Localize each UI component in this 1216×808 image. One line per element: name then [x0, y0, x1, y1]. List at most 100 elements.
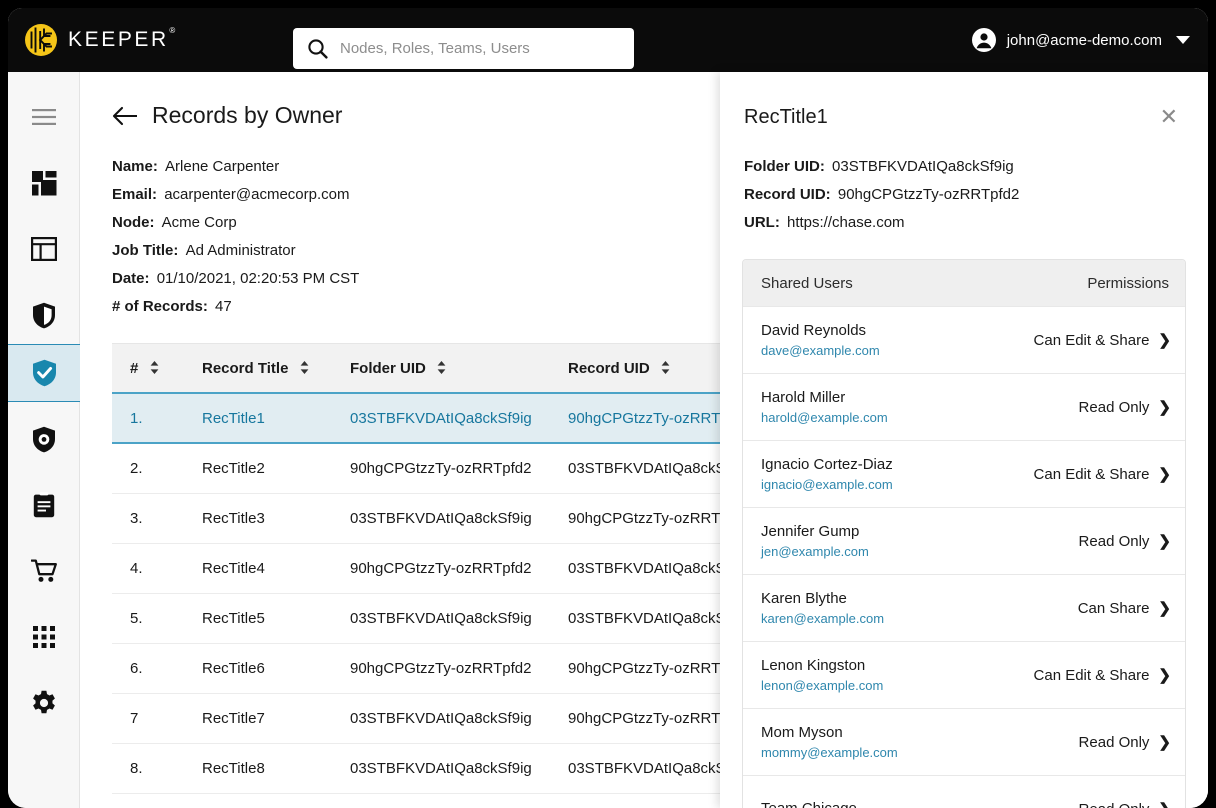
detail-label: Folder UID:: [744, 158, 825, 175]
cell-folder-uid: 03STBFKVDAtIQa8ckSf9ig: [350, 710, 532, 727]
sort-icon[interactable]: [150, 360, 159, 378]
list-item[interactable]: Ignacio Cortez-Diaz ignacio@example.com …: [743, 440, 1185, 507]
detail-label: Record UID:: [744, 186, 831, 203]
sidebar-item-menu-toggle[interactable]: [8, 88, 80, 146]
list-item[interactable]: Lenon Kingston lenon@example.com Can Edi…: [743, 641, 1185, 708]
user-name: David Reynolds: [761, 321, 867, 339]
permission-control[interactable]: Can Edit & Share ❯: [1033, 666, 1171, 685]
sidebar-item-dashboard[interactable]: [8, 154, 80, 212]
cell-record-title[interactable]: RecTitle5: [202, 610, 350, 627]
list-item[interactable]: David Reynolds dave@example.com Can Edit…: [743, 306, 1185, 373]
account-menu[interactable]: john@acme-demo.com: [971, 8, 1190, 72]
sidebar-item-admin-shield[interactable]: [8, 286, 80, 344]
user-email[interactable]: dave@example.com: [761, 341, 880, 360]
user-email[interactable]: mommy@example.com: [761, 743, 898, 762]
permission-control[interactable]: Read Only ❯: [1079, 733, 1171, 752]
top-navigation-bar: KEEPER ® Nodes, Roles, Teams, Users john…: [8, 8, 1208, 72]
column-header-folder-uid[interactable]: Folder UID: [350, 360, 568, 377]
detail-value: acarpenter@acmecorp.com: [164, 186, 350, 203]
chevron-right-icon[interactable]: ❯: [1158, 465, 1171, 483]
cell-record-title[interactable]: RecTitle2: [202, 460, 350, 477]
chevron-down-icon[interactable]: [1176, 36, 1190, 44]
list-item[interactable]: Jennifer Gump jen@example.com Read Only …: [743, 507, 1185, 574]
user-name: Jennifer Gump: [761, 522, 860, 540]
list-item[interactable]: Team Chicago Read Only ❯: [743, 775, 1185, 808]
permission-label: Read Only: [1078, 398, 1150, 416]
registered-mark: ®: [169, 26, 178, 35]
chevron-right-icon[interactable]: ❯: [1158, 398, 1171, 416]
chevron-right-icon[interactable]: ❯: [1158, 331, 1171, 349]
sidebar-item-compliance[interactable]: [8, 344, 80, 402]
search-input[interactable]: Nodes, Roles, Teams, Users: [340, 40, 530, 57]
layout-panel-icon: [31, 237, 57, 261]
permission-label: Can Edit & Share: [1033, 465, 1150, 483]
sidebar-item-layout[interactable]: [8, 220, 80, 278]
user-email[interactable]: harold@example.com: [761, 408, 888, 427]
user-name: Lenon Kingston: [761, 656, 866, 674]
global-search-box[interactable]: Nodes, Roles, Teams, Users: [293, 28, 634, 69]
permission-control[interactable]: Can Edit & Share ❯: [1033, 465, 1171, 484]
panel-detail-url: URL: https://chase.com: [744, 209, 1208, 237]
close-icon[interactable]: ✕: [1160, 106, 1178, 128]
detail-value: https://chase.com: [787, 214, 905, 231]
cell-folder-uid: 03STBFKVDAtIQa8ckSf9ig: [350, 409, 532, 427]
detail-label: Job Title:: [112, 242, 179, 259]
cell-record-title[interactable]: RecTitle3: [202, 510, 350, 527]
chevron-right-icon[interactable]: ❯: [1158, 599, 1171, 617]
gear-icon: [33, 690, 55, 714]
shopping-cart-icon: [30, 559, 57, 582]
chevron-right-icon[interactable]: ❯: [1158, 733, 1171, 751]
permission-label: Can Share: [1077, 599, 1150, 617]
user-email[interactable]: jen@example.com: [761, 542, 869, 561]
permission-control[interactable]: Read Only ❯: [1079, 532, 1171, 551]
sidebar-item-security-audit[interactable]: [8, 410, 80, 468]
detail-value: 01/10/2021, 02:20:53 PM CST: [156, 270, 360, 287]
keeper-logo[interactable]: KEEPER ®: [24, 23, 175, 57]
cell-number: 1.: [130, 409, 143, 427]
permission-control[interactable]: Can Share ❯: [1077, 599, 1171, 618]
shared-users-label: Shared Users: [761, 274, 853, 292]
panel-detail-folder-uid: Folder UID: 03STBFKVDAtIQa8ckSf9ig: [744, 153, 1208, 181]
user-email[interactable]: ignacio@example.com: [761, 475, 893, 494]
logo-wordmark: KEEPER: [68, 28, 169, 51]
cell-record-title[interactable]: RecTitle6: [202, 660, 350, 677]
sidebar-item-reports[interactable]: [8, 476, 80, 534]
sidebar-item-settings[interactable]: [8, 674, 80, 732]
cell-record-title[interactable]: RecTitle1: [202, 410, 350, 427]
panel-header: RecTitle1 ✕: [720, 72, 1208, 129]
detail-label: Email:: [112, 186, 158, 203]
permission-control[interactable]: Read Only ❯: [1078, 398, 1171, 417]
arrow-left-icon[interactable]: [112, 106, 138, 126]
list-item[interactable]: Harold Miller harold@example.com Read On…: [743, 373, 1185, 440]
chevron-right-icon[interactable]: ❯: [1158, 666, 1171, 684]
shield-check-icon: [32, 359, 56, 387]
detail-label: Date:: [112, 270, 150, 287]
permission-control[interactable]: Read Only ❯: [1079, 800, 1171, 808]
permission-label: Can Edit & Share: [1033, 666, 1150, 684]
user-info: Mom Myson mommy@example.com: [761, 723, 898, 762]
cell-record-title[interactable]: RecTitle4: [202, 560, 350, 577]
detail-value: 03STBFKVDAtIQa8ckSf9ig: [832, 158, 1014, 175]
user-info: Lenon Kingston lenon@example.com: [761, 656, 883, 695]
clipboard-list-icon: [33, 492, 55, 518]
list-item[interactable]: Mom Myson mommy@example.com Read Only ❯: [743, 708, 1185, 775]
sidebar-item-marketplace[interactable]: [8, 542, 80, 600]
user-email[interactable]: lenon@example.com: [761, 676, 883, 695]
sort-icon[interactable]: [300, 360, 309, 378]
list-item[interactable]: Karen Blythe karen@example.com Can Share…: [743, 574, 1185, 641]
sidebar-item-apps[interactable]: [8, 608, 80, 666]
chevron-right-icon[interactable]: ❯: [1158, 532, 1171, 550]
cell-record-title[interactable]: RecTitle7: [202, 710, 350, 727]
panel-detail-record-uid: Record UID: 90hgCPGtzzTy-ozRRTpfd2: [744, 181, 1208, 209]
column-label: #: [130, 359, 139, 377]
chevron-right-icon[interactable]: ❯: [1158, 800, 1171, 808]
permission-control[interactable]: Can Edit & Share ❯: [1034, 331, 1171, 350]
sort-icon[interactable]: [437, 360, 446, 378]
column-header-number[interactable]: #: [112, 360, 202, 377]
user-email[interactable]: karen@example.com: [761, 609, 884, 628]
detail-label: URL:: [744, 214, 780, 231]
sort-icon[interactable]: [661, 360, 670, 378]
column-header-record-title[interactable]: Record Title: [202, 360, 350, 377]
record-detail-panel: RecTitle1 ✕ Folder UID: 03STBFKVDAtIQa8c…: [720, 72, 1208, 808]
cell-record-title[interactable]: RecTitle8: [202, 760, 350, 777]
